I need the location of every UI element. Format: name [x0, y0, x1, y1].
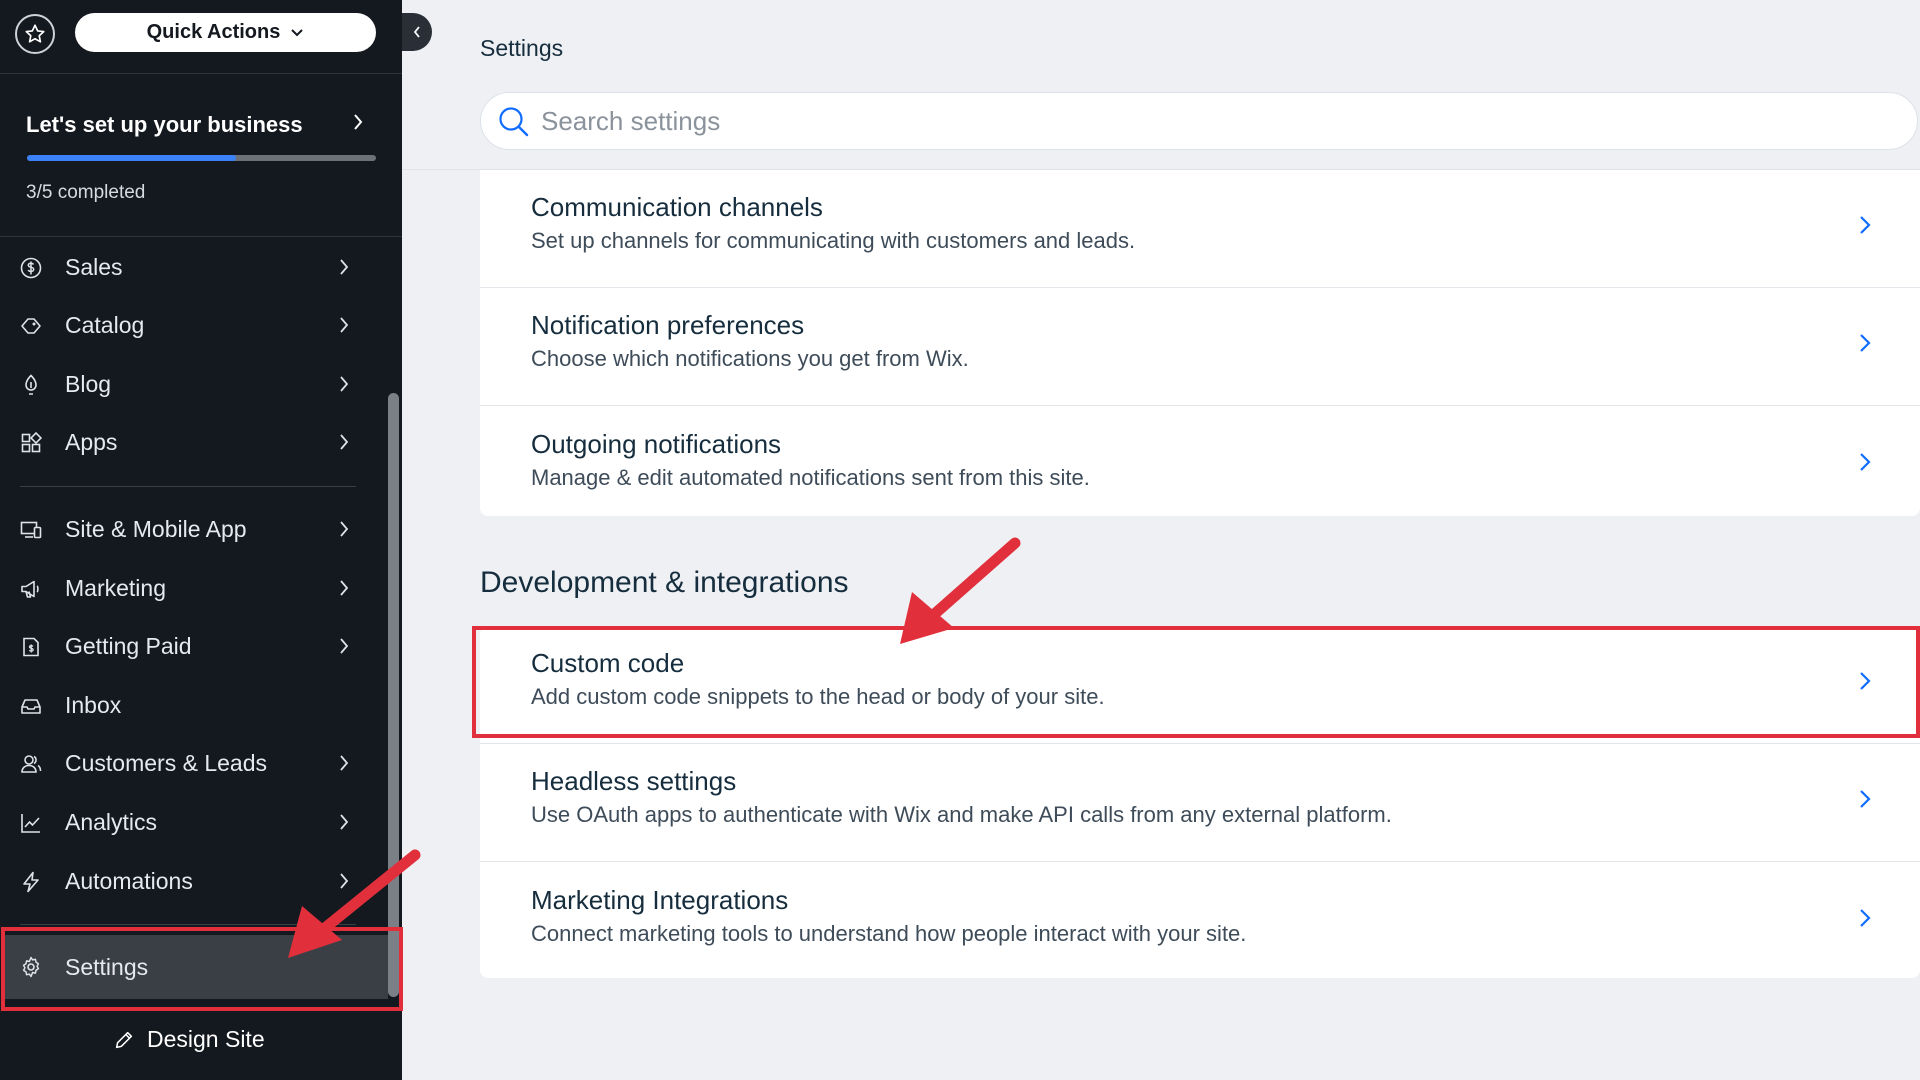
- sidebar-item-analytics[interactable]: Analytics: [0, 796, 380, 848]
- pen-nib-icon: [25, 374, 37, 395]
- sidebar-item-getting-paid[interactable]: Getting Paid: [0, 620, 380, 672]
- inbox-icon: [21, 699, 41, 714]
- megaphone-icon: [21, 580, 39, 598]
- chevron-right-icon: [1860, 216, 1871, 234]
- sidebar-item-customers-leads[interactable]: Customers & Leads: [0, 737, 380, 789]
- sidebar-item-apps[interactable]: Apps: [0, 416, 380, 468]
- chevron-left-icon: [413, 26, 420, 38]
- gear-icon: [22, 956, 40, 978]
- chevron-right-icon: [1860, 453, 1871, 471]
- sidebar-item-label: Blog: [65, 371, 112, 397]
- lightning-icon: [23, 871, 39, 893]
- sidebar-scrollbar[interactable]: [388, 393, 399, 997]
- chevron-right-icon: [340, 755, 349, 771]
- chevron-right-icon: [340, 638, 349, 654]
- settings-card-general: Communication channels Set up channels f…: [480, 170, 1920, 516]
- settings-row-headless-settings[interactable]: Headless settings Use OAuth apps to auth…: [480, 744, 1920, 862]
- sidebar-item-marketing[interactable]: Marketing: [0, 562, 380, 614]
- sidebar-item-label: Customers & Leads: [65, 750, 267, 776]
- settings-row-communication-channels[interactable]: Communication channels Set up channels f…: [480, 170, 1920, 288]
- sidebar-item-label: Analytics: [65, 809, 158, 835]
- settings-header: Settings: [402, 0, 1920, 170]
- page-title: Settings: [480, 35, 564, 61]
- invoice-icon: [23, 637, 39, 657]
- tag-icon: [21, 318, 41, 334]
- chevron-down-icon: [291, 28, 304, 36]
- row-description: Use OAuth apps to authenticate with Wix …: [531, 802, 1392, 827]
- design-site-button[interactable]: Design Site: [113, 1026, 265, 1053]
- setup-progress-bar: [27, 155, 376, 161]
- row-title: Communication channels: [531, 192, 823, 222]
- sidebar-item-label: Automations: [65, 868, 193, 894]
- sidebar-item-label: Getting Paid: [65, 633, 192, 659]
- sidebar: Quick Actions Let's set up your business…: [0, 0, 402, 1080]
- sidebar-item-sales[interactable]: Sales: [0, 241, 380, 293]
- sidebar-item-label: Catalog: [65, 312, 145, 338]
- chevron-right-icon: [354, 114, 363, 130]
- setup-title: Let's set up your business: [26, 112, 303, 137]
- row-title: Headless settings: [531, 766, 737, 796]
- search-bar[interactable]: [480, 92, 1918, 150]
- sidebar-item-label: Inbox: [65, 692, 122, 718]
- chevron-right-icon: [340, 814, 349, 830]
- design-site-label: Design Site: [147, 1026, 265, 1052]
- sidebar-topbar: Quick Actions: [0, 0, 402, 74]
- chevron-right-icon: [1860, 672, 1871, 690]
- sidebar-item-label: Marketing: [65, 575, 166, 601]
- dollar-icon: [20, 257, 42, 279]
- sidebar-divider: [20, 924, 356, 925]
- sidebar-item-settings[interactable]: Settings: [4, 935, 388, 999]
- setup-checklist[interactable]: Let's set up your business 3/5 completed: [0, 74, 402, 237]
- chevron-right-icon: [340, 317, 349, 333]
- chevron-right-icon: [340, 259, 349, 275]
- sidebar-divider: [20, 486, 356, 487]
- chevron-right-icon: [1860, 334, 1871, 352]
- sidebar-item-label: Apps: [65, 429, 118, 455]
- chart-icon: [21, 814, 40, 833]
- quick-actions-button[interactable]: Quick Actions: [75, 13, 376, 52]
- settings-row-notification-preferences[interactable]: Notification preferences Choose which no…: [480, 288, 1920, 406]
- favorites-button[interactable]: [15, 14, 55, 54]
- star-icon: [25, 24, 45, 43]
- section-title: Development & integrations: [480, 566, 849, 599]
- row-title: Notification preferences: [531, 310, 805, 340]
- search-input[interactable]: [541, 101, 1881, 141]
- sidebar-item-blog[interactable]: Blog: [0, 358, 380, 410]
- sidebar-item-automations[interactable]: Automations: [0, 855, 380, 907]
- settings-label: Settings: [65, 954, 149, 980]
- settings-row-marketing-integrations[interactable]: Marketing Integrations Connect marketing…: [480, 863, 1920, 981]
- chevron-right-icon: [340, 521, 349, 537]
- sidebar-item-site-mobile-app[interactable]: Site & Mobile App: [0, 503, 380, 555]
- chevron-right-icon: [340, 873, 349, 889]
- chevron-right-icon: [340, 580, 349, 596]
- people-icon: [21, 755, 42, 773]
- sidebar-item-inbox[interactable]: Inbox: [0, 679, 380, 731]
- settings-row-outgoing-notifications[interactable]: Outgoing notifications Manage & edit aut…: [480, 407, 1920, 525]
- devices-icon: [20, 521, 42, 539]
- chevron-right-icon: [1860, 909, 1871, 927]
- quick-actions-label: Quick Actions: [146, 21, 281, 43]
- row-title: Marketing Integrations: [531, 885, 789, 915]
- row-description: Manage & edit automated notifications se…: [531, 465, 1090, 490]
- sidebar-item-label: Site & Mobile App: [65, 516, 247, 542]
- row-title: Custom code: [531, 648, 685, 678]
- chevron-right-icon: [340, 434, 349, 450]
- row-description: Choose which notifications you get from …: [531, 346, 969, 371]
- main-content: Communication channels Set up channels f…: [402, 0, 1920, 1080]
- chevron-right-icon: [1860, 790, 1871, 808]
- setup-progress-fill: [27, 155, 237, 161]
- chevron-right-icon: [340, 376, 349, 392]
- pencil-icon: [115, 1031, 133, 1048]
- row-description: Connect marketing tools to understand ho…: [531, 921, 1247, 946]
- sidebar-item-catalog[interactable]: Catalog: [0, 299, 380, 351]
- sidebar-item-label: Sales: [65, 254, 123, 280]
- row-title: Outgoing notifications: [531, 429, 782, 459]
- apps-icon: [21, 431, 43, 453]
- row-description: Add custom code snippets to the head or …: [531, 684, 1105, 709]
- row-description: Set up channels for communicating with c…: [531, 228, 1136, 253]
- search-icon: [499, 107, 529, 137]
- settings-card-development: Custom code Add custom code snippets to …: [480, 626, 1920, 978]
- setup-status: 3/5 completed: [26, 182, 146, 203]
- settings-row-custom-code[interactable]: Custom code Add custom code snippets to …: [480, 626, 1920, 744]
